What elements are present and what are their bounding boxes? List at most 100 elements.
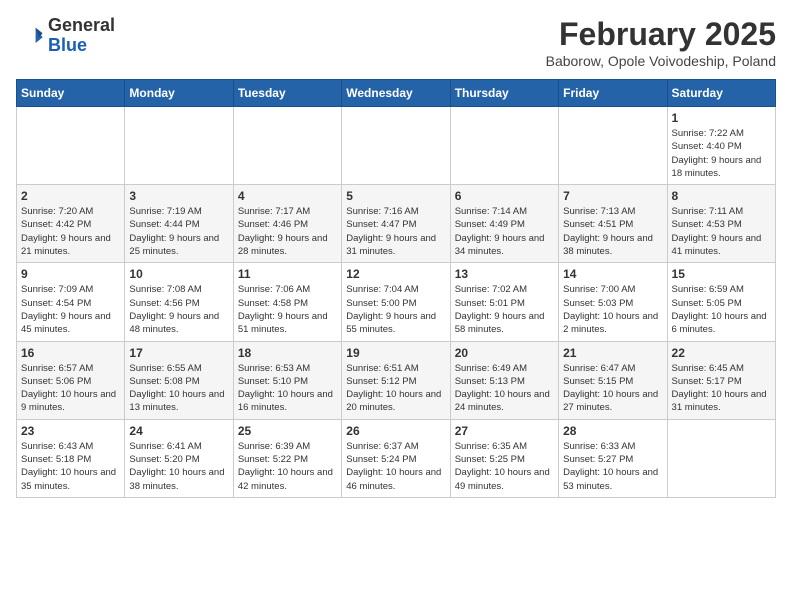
day-number: 24 <box>129 424 228 438</box>
day-cell: 10 Sunrise: 7:08 AM Sunset: 4:56 PM Dayli… <box>125 263 233 341</box>
day-info: Sunrise: 6:33 AM Sunset: 5:27 PM Dayligh… <box>563 440 662 493</box>
day-info: Sunrise: 6:35 AM Sunset: 5:25 PM Dayligh… <box>455 440 554 493</box>
day-info: Sunrise: 7:08 AM Sunset: 4:56 PM Dayligh… <box>129 283 228 336</box>
day-cell: 1 Sunrise: 7:22 AM Sunset: 4:40 PM Daylig… <box>667 107 775 185</box>
day-info: Sunrise: 7:06 AM Sunset: 4:58 PM Dayligh… <box>238 283 337 336</box>
day-info: Sunrise: 7:22 AM Sunset: 4:40 PM Dayligh… <box>672 127 771 180</box>
day-number: 11 <box>238 267 337 281</box>
week-row-3: 9 Sunrise: 7:09 AM Sunset: 4:54 PM Daylig… <box>17 263 776 341</box>
day-number: 1 <box>672 111 771 125</box>
day-cell: 8 Sunrise: 7:11 AM Sunset: 4:53 PM Daylig… <box>667 185 775 263</box>
header-monday: Monday <box>125 80 233 107</box>
logo-icon <box>16 22 44 50</box>
day-number: 9 <box>21 267 120 281</box>
month-year-title: February 2025 <box>546 16 776 53</box>
day-cell <box>667 419 775 497</box>
week-row-4: 16 Sunrise: 6:57 AM Sunset: 5:06 PM Dayli… <box>17 341 776 419</box>
header-sunday: Sunday <box>17 80 125 107</box>
day-info: Sunrise: 6:49 AM Sunset: 5:13 PM Dayligh… <box>455 362 554 415</box>
logo: General Blue <box>16 16 115 56</box>
day-number: 21 <box>563 346 662 360</box>
day-number: 23 <box>21 424 120 438</box>
day-cell <box>559 107 667 185</box>
day-cell: 11 Sunrise: 7:06 AM Sunset: 4:58 PM Dayli… <box>233 263 341 341</box>
day-cell: 21Sunrise: 6:47 AM Sunset: 5:15 PM Dayli… <box>559 341 667 419</box>
day-cell: 27 Sunrise: 6:35 AM Sunset: 5:25 PM Dayli… <box>450 419 558 497</box>
week-row-2: 2Sunrise: 7:20 AM Sunset: 4:42 PM Daylig… <box>17 185 776 263</box>
day-number: 12 <box>346 267 445 281</box>
day-cell: 20Sunrise: 6:49 AM Sunset: 5:13 PM Dayli… <box>450 341 558 419</box>
day-cell: 22 Sunrise: 6:45 AM Sunset: 5:17 PM Dayli… <box>667 341 775 419</box>
day-info: Sunrise: 7:19 AM Sunset: 4:44 PM Dayligh… <box>129 205 228 258</box>
header-thursday: Thursday <box>450 80 558 107</box>
calendar-table: Sunday Monday Tuesday Wednesday Thursday… <box>16 79 776 498</box>
day-cell: 9 Sunrise: 7:09 AM Sunset: 4:54 PM Daylig… <box>17 263 125 341</box>
day-number: 7 <box>563 189 662 203</box>
header-friday: Friday <box>559 80 667 107</box>
day-number: 26 <box>346 424 445 438</box>
day-number: 13 <box>455 267 554 281</box>
day-info: Sunrise: 7:16 AM Sunset: 4:47 PM Dayligh… <box>346 205 445 258</box>
day-info: Sunrise: 6:37 AM Sunset: 5:24 PM Dayligh… <box>346 440 445 493</box>
day-info: Sunrise: 6:53 AM Sunset: 5:10 PM Dayligh… <box>238 362 337 415</box>
day-cell: 16 Sunrise: 6:57 AM Sunset: 5:06 PM Dayli… <box>17 341 125 419</box>
day-info: Sunrise: 6:55 AM Sunset: 5:08 PM Dayligh… <box>129 362 228 415</box>
day-cell <box>125 107 233 185</box>
day-number: 15 <box>672 267 771 281</box>
day-cell: 6Sunrise: 7:14 AM Sunset: 4:49 PM Daylig… <box>450 185 558 263</box>
calendar-header: Sunday Monday Tuesday Wednesday Thursday… <box>17 80 776 107</box>
day-info: Sunrise: 6:45 AM Sunset: 5:17 PM Dayligh… <box>672 362 771 415</box>
day-cell: 19 Sunrise: 6:51 AM Sunset: 5:12 PM Dayli… <box>342 341 450 419</box>
day-number: 3 <box>129 189 228 203</box>
day-info: Sunrise: 7:11 AM Sunset: 4:53 PM Dayligh… <box>672 205 771 258</box>
header-tuesday: Tuesday <box>233 80 341 107</box>
day-cell: 7Sunrise: 7:13 AM Sunset: 4:51 PM Daylig… <box>559 185 667 263</box>
page-header: General Blue February 2025 Baborow, Opol… <box>16 16 776 69</box>
day-cell: 26 Sunrise: 6:37 AM Sunset: 5:24 PM Dayli… <box>342 419 450 497</box>
day-cell: 25 Sunrise: 6:39 AM Sunset: 5:22 PM Dayli… <box>233 419 341 497</box>
day-number: 14 <box>563 267 662 281</box>
location-subtitle: Baborow, Opole Voivodeship, Poland <box>546 53 776 69</box>
day-number: 18 <box>238 346 337 360</box>
day-cell: 18 Sunrise: 6:53 AM Sunset: 5:10 PM Dayli… <box>233 341 341 419</box>
day-cell: 28 Sunrise: 6:33 AM Sunset: 5:27 PM Dayli… <box>559 419 667 497</box>
day-info: Sunrise: 7:02 AM Sunset: 5:01 PM Dayligh… <box>455 283 554 336</box>
day-info: Sunrise: 7:00 AM Sunset: 5:03 PM Dayligh… <box>563 283 662 336</box>
day-info: Sunrise: 6:39 AM Sunset: 5:22 PM Dayligh… <box>238 440 337 493</box>
title-area: February 2025 Baborow, Opole Voivodeship… <box>546 16 776 69</box>
day-info: Sunrise: 6:41 AM Sunset: 5:20 PM Dayligh… <box>129 440 228 493</box>
day-cell <box>450 107 558 185</box>
day-cell: 15 Sunrise: 6:59 AM Sunset: 5:05 PM Dayli… <box>667 263 775 341</box>
day-number: 28 <box>563 424 662 438</box>
week-row-5: 23 Sunrise: 6:43 AM Sunset: 5:18 PM Dayli… <box>17 419 776 497</box>
day-info: Sunrise: 7:20 AM Sunset: 4:42 PM Dayligh… <box>21 205 120 258</box>
day-cell: 5 Sunrise: 7:16 AM Sunset: 4:47 PM Daylig… <box>342 185 450 263</box>
calendar-body: 1 Sunrise: 7:22 AM Sunset: 4:40 PM Daylig… <box>17 107 776 498</box>
week-row-1: 1 Sunrise: 7:22 AM Sunset: 4:40 PM Daylig… <box>17 107 776 185</box>
header-wednesday: Wednesday <box>342 80 450 107</box>
day-cell: 12 Sunrise: 7:04 AM Sunset: 5:00 PM Dayli… <box>342 263 450 341</box>
day-number: 5 <box>346 189 445 203</box>
day-number: 22 <box>672 346 771 360</box>
day-cell: 2Sunrise: 7:20 AM Sunset: 4:42 PM Daylig… <box>17 185 125 263</box>
day-cell: 3 Sunrise: 7:19 AM Sunset: 4:44 PM Daylig… <box>125 185 233 263</box>
day-cell <box>17 107 125 185</box>
day-number: 16 <box>21 346 120 360</box>
day-info: Sunrise: 6:57 AM Sunset: 5:06 PM Dayligh… <box>21 362 120 415</box>
day-info: Sunrise: 7:04 AM Sunset: 5:00 PM Dayligh… <box>346 283 445 336</box>
day-cell <box>342 107 450 185</box>
day-number: 10 <box>129 267 228 281</box>
day-cell: 14 Sunrise: 7:00 AM Sunset: 5:03 PM Dayli… <box>559 263 667 341</box>
day-cell <box>233 107 341 185</box>
day-info: Sunrise: 6:59 AM Sunset: 5:05 PM Dayligh… <box>672 283 771 336</box>
day-number: 27 <box>455 424 554 438</box>
day-number: 19 <box>346 346 445 360</box>
day-info: Sunrise: 7:09 AM Sunset: 4:54 PM Dayligh… <box>21 283 120 336</box>
day-cell: 13 Sunrise: 7:02 AM Sunset: 5:01 PM Dayli… <box>450 263 558 341</box>
day-info: Sunrise: 6:51 AM Sunset: 5:12 PM Dayligh… <box>346 362 445 415</box>
day-cell: 4Sunrise: 7:17 AM Sunset: 4:46 PM Daylig… <box>233 185 341 263</box>
day-info: Sunrise: 6:43 AM Sunset: 5:18 PM Dayligh… <box>21 440 120 493</box>
day-cell: 23 Sunrise: 6:43 AM Sunset: 5:18 PM Dayli… <box>17 419 125 497</box>
day-number: 25 <box>238 424 337 438</box>
day-number: 8 <box>672 189 771 203</box>
